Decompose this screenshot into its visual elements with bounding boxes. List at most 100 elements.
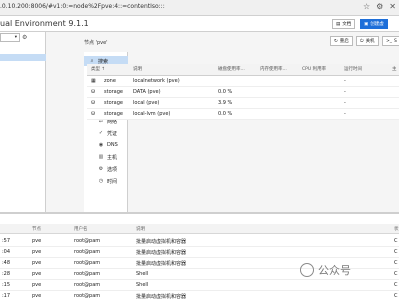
cell-type: storage [104,111,123,117]
create-vm-button[interactable]: ▣ 创建虚 [360,19,388,29]
task-cell-time: :48 [2,260,11,266]
refresh-icon: ↻ [334,38,338,44]
task-row[interactable] [0,236,399,247]
column-header[interactable]: CPU 利用率 [302,66,326,72]
shell-button[interactable]: >_ S [382,36,399,46]
cell-type: storage [104,89,123,95]
task-cell-user: root@pam [74,271,101,277]
cell-uptime: - [344,111,346,117]
task-cell-desc: Shell [136,271,149,277]
nav-item-9[interactable]: ⚙ 选项 [84,164,128,174]
nav-item-10[interactable]: ◷ 时间 [84,176,128,186]
settings-icon[interactable]: ⚙ [376,2,383,11]
database-icon: ⛁ [91,100,96,106]
nav-item-label: 时间 [107,178,118,185]
task-cell-node: pve [32,271,42,277]
nav-item-8[interactable]: ▥ 主机 [84,152,128,162]
cell-desc: localnetwork (pve) [133,78,180,84]
breadcrumb: 节点 'pve' [84,40,108,46]
task-cell-status: C [394,282,398,288]
docs-button[interactable]: ▤ 文档 [332,19,356,29]
task-cell-node: pve [32,249,42,255]
task-cell-status: C [394,249,398,255]
database-icon: ⛁ [91,89,96,95]
column-header[interactable]: 主 [392,66,397,72]
book-icon: ▤ [336,21,341,27]
database-icon: ⛁ [91,111,96,117]
options-icon: ⚙ [98,166,104,172]
certificate-icon: ✓ [98,130,104,136]
task-cell-status: C [394,260,398,266]
task-cell-time: :17 [2,293,11,299]
chevron-down-icon: ▾ [14,35,17,40]
shutdown-button-label: 关机 [365,39,375,44]
cell-desc: local-lvm (pve) [133,111,171,117]
column-header[interactable]: 磁盘使用率... [218,66,245,72]
task-cell-user: root@pam [74,238,101,244]
cell-disk: 0.0 % [218,111,233,117]
task-cell-desc: 批量启动虚拟机和容器 [136,239,187,245]
task-column-header[interactable]: 用户名 [74,226,88,232]
task-cell-time: :15 [2,282,11,288]
task-row[interactable] [0,291,399,300]
clock-icon: ◷ [98,178,104,184]
wechat-logo-icon [300,263,314,277]
cell-disk: 0.0 % [218,89,233,95]
hosts-icon: ▥ [98,154,104,160]
task-row[interactable] [0,247,399,258]
browser-toolbar-icons: ☆ ⚙ ✕ [363,2,396,11]
task-column-header[interactable]: 节点 [32,226,41,232]
cell-desc: local (pve) [133,100,160,106]
power-icon: ⏻ [360,39,364,44]
column-header[interactable]: 类型 ↑ [91,66,105,72]
gear-icon[interactable]: ⚙ [22,34,27,41]
app-title: ual Environment 9.1.1 [0,19,89,28]
nav-item-label: 选项 [107,166,118,173]
cell-uptime: - [344,78,346,84]
task-cell-user: root@pam [74,293,101,299]
grid-icon: ▦ [91,78,96,84]
task-row[interactable] [0,280,399,291]
terminal-icon: >_ [386,38,393,44]
task-cell-desc: 批量启动虚拟机和容器 [136,250,187,256]
nav-item-label: 主机 [107,154,118,161]
tree-item-selected[interactable] [0,54,46,61]
cell-uptime: - [344,100,346,106]
task-cell-desc: 批量启动虚拟机和容器 [136,294,187,300]
task-cell-node: pve [32,238,42,244]
shutdown-button[interactable]: ⏻ 关机 [356,36,379,46]
monitor-icon: ▣ [364,21,369,27]
reboot-button-label: 重启 [339,39,349,44]
task-cell-user: root@pam [74,260,101,266]
task-cell-status: C [394,271,398,277]
create-vm-button-label: 创建虚 [370,22,384,27]
task-cell-desc: Shell [136,282,149,288]
shell-button-label: S [394,38,397,44]
task-cell-status: C [394,293,398,299]
column-header[interactable]: 运行时间 [344,66,362,72]
task-cell-status: C [394,238,398,244]
close-icon[interactable]: ✕ [389,2,396,11]
url-text[interactable]: .0.10.200:8006/#v1:0:=node%2Fpve:4::=con… [0,3,165,10]
task-cell-node: pve [32,282,42,288]
column-header[interactable]: 说明 [133,66,142,72]
column-header[interactable]: 内存使用率... [260,66,287,72]
docs-button-label: 文档 [342,22,352,27]
cell-uptime: - [344,89,346,95]
cell-type: zone [104,78,116,84]
view-select[interactable]: ▾ [0,33,20,42]
cell-disk: 3.9 % [218,100,233,106]
reboot-button[interactable]: ↻ 重启 [330,36,353,46]
task-log-header [0,224,399,234]
nav-item-6[interactable]: ✓ 凭证 [84,128,128,138]
task-cell-user: root@pam [74,249,101,255]
task-cell-time: :04 [2,249,11,255]
nav-item-label: 凭证 [107,130,118,137]
task-column-header[interactable]: 状 [394,226,399,232]
task-column-header[interactable]: 说明 [136,226,145,232]
star-icon[interactable]: ☆ [363,2,370,11]
watermark: 公众号 [300,262,351,278]
task-cell-node: pve [32,260,42,266]
task-cell-time: :57 [2,238,11,244]
nav-item-7[interactable]: ◉ DNS [84,140,128,150]
